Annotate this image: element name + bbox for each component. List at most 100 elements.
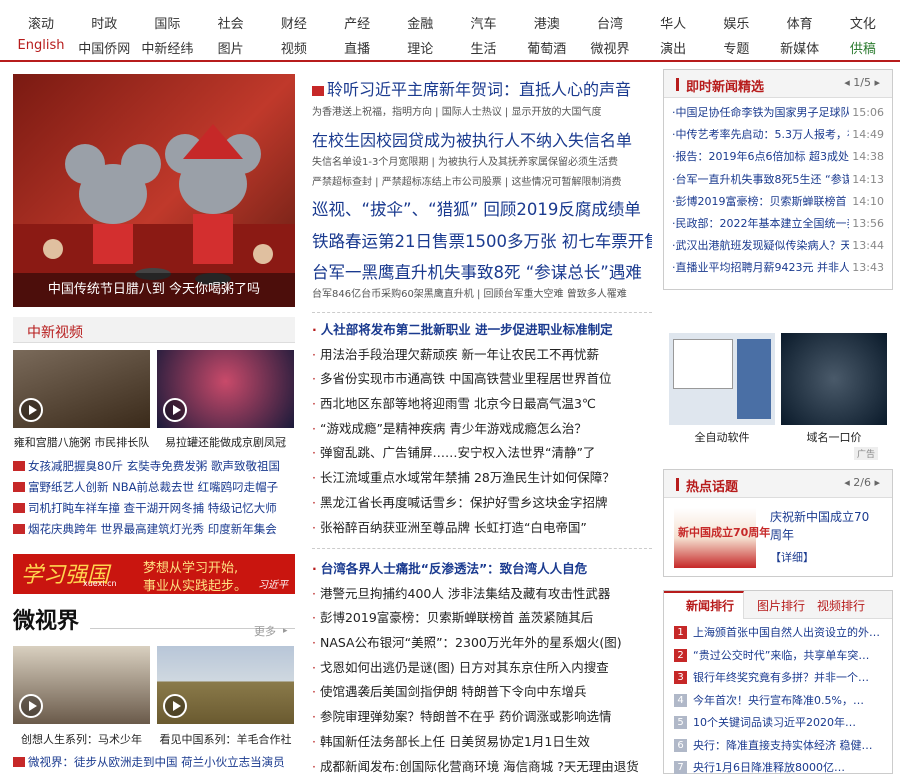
list-item-text[interactable]: 女孩减肥握臭80斤 玄奘寺免费发粥 歌声致敬祖国 [28,459,280,473]
list-item-text[interactable]: 用法治手段治理欠薪顽疾 新一年让农民工不再忧薪 [320,347,599,362]
nav-item[interactable]: 供稿 [834,38,892,57]
list-item-text[interactable]: 黑龙江省长再度喊话雪乡：保护好雪乡这块金字招牌 [320,495,608,510]
rank-text[interactable]: 银行年终奖究竟有多拼？并非一个… [693,671,869,684]
list-item[interactable]: ·中传艺考率先启动：5.3万人报考，初 14:49 [664,124,892,147]
list-item-text[interactable]: 富野纸艺人创新 NBA前总裁去世 红嘴鸥叼走帽子 [28,480,278,494]
news-title[interactable]: ·台军一直升机失事致8死5生还 “参谋 [672,173,853,186]
rank-item[interactable]: 7 央行1月6日降准释放8000亿… [664,757,892,780]
play-icon[interactable] [19,398,43,422]
nav-item[interactable]: 生活 [455,38,513,57]
nav-item[interactable]: 葡萄酒 [518,38,576,57]
nav-item[interactable]: 台湾 [581,13,639,32]
list-item[interactable]: 司机打盹车祥车撞 查干湖开网冬捕 特级记忆大师 [13,498,298,519]
weishijie-caption-1[interactable]: 创想人生系列：马术少年 [13,731,150,747]
weishijie-caption-2[interactable]: 看见中国系列：羊毛合作社 [157,731,294,747]
list-item-text[interactable]: 长江流域重点水域常年禁捕 28万渔民生计如何保障？ [320,470,615,485]
video-thumb-1[interactable] [13,350,150,428]
pager[interactable]: ◂ 2/6 ▸ [844,476,880,489]
nav-item[interactable]: 华人 [644,13,702,32]
weishijie-item-text[interactable]: 微视界：徒步从欧洲走到中国 荷兰小伙立志当演员 [28,755,285,769]
hot-topic-link[interactable]: 【详细】 [770,549,814,565]
headline-1-sub[interactable]: 为香港送上祝福，指明方向 | 国际人士热议 | 显示开放的大国气度 [312,103,652,118]
nav-item[interactable]: 时政 [75,13,133,32]
list-item-text[interactable]: 张裕醉百纳获亚洲至尊品牌 长虹打造“白电帝国” [320,520,587,535]
list-item[interactable]: · 彭博2019富豪榜：贝索斯蝉联榜首 盖茨紧随其后 [312,606,652,631]
list-item[interactable]: · 人社部将发布第二批新职业 进一步促进职业标准制定 [312,318,652,343]
nav-item[interactable]: 直播 [328,38,386,57]
weishijie-thumb-1[interactable] [13,646,150,724]
list-item[interactable]: ·台军一直升机失事致8死5生还 “参谋 14:13 [664,168,892,191]
list-item[interactable]: · 港警元旦拘捕约400人 涉非法集结及藏有攻击性武器 [312,582,652,607]
nav-item[interactable]: 产经 [328,13,386,32]
nav-item[interactable]: 金融 [391,13,449,32]
list-item[interactable]: 烟花庆典跨年 世界最高建筑灯光秀 印度新年集会 [13,519,298,540]
list-item[interactable]: · NASA公布银河“美照”：2300万光年外的星系烟火(图) [312,631,652,656]
list-item[interactable]: · 参院审理弹劾案？特朗普不在乎 药价调涨或影响选情 [312,705,652,730]
hero-caption[interactable]: 中国传统节日腊八到 今天你喝粥了吗 [13,273,295,307]
list-item-text[interactable]: 使馆遇袭后美国剑指伊朗 特朗普下令向中东增兵 [320,684,586,699]
nav-item[interactable]: 中国侨网 [75,38,133,57]
list-item[interactable]: · 长江流域重点水域常年禁捕 28万渔民生计如何保障？ [312,466,652,491]
tab-video-rank[interactable]: 视频排行 [817,597,865,614]
nav-item[interactable]: 社会 [202,13,260,32]
ad-image-1[interactable] [669,333,775,425]
headline-5-sub[interactable]: 台军846亿台币采购60架黑鹰直升机 | 回顾台军重大空难 曾致多人罹难 [312,285,652,300]
list-item[interactable]: · 弹窗乱跳、广告铺屏……安宁权入法世界“清静”了 [312,441,652,466]
nav-item[interactable]: 专题 [707,38,765,57]
list-item[interactable]: ·直播业平均招聘月薪9423元 并非人人 13:43 [664,257,892,280]
list-item[interactable]: · 韩国新任法务部长上任 日美贸易协定1月1日生效 [312,730,652,755]
arrow-icon[interactable]: ▸ [283,626,288,636]
nav-item[interactable]: 港澳 [518,13,576,32]
list-item-text[interactable]: 戈恩如何出逃仍是谜(图) 日方对其东京住所入内搜查 [320,660,609,675]
list-item[interactable]: ·彭博2019富豪榜：贝索斯蝉联榜首 盖 14:10 [664,190,892,213]
list-item[interactable]: ·报告：2019年6点6倍加标 超3成处于 14:38 [664,146,892,169]
headline-2-sub2[interactable]: 严禁超标查封 | 严禁超标冻结上市公司股票 | 这些情况可暂解限制消费 [312,173,652,188]
news-title[interactable]: ·彭博2019富豪榜：贝索斯蝉联榜首 盖 [672,195,861,208]
list-item-text[interactable]: 彭博2019富豪榜：贝索斯蝉联榜首 盖茨紧随其后 [320,610,593,625]
nav-item[interactable]: 国际 [138,13,196,32]
headline-5[interactable]: 台军一黑鹰直升机失事致8死 “参谋总长”遇难 [312,259,652,283]
list-item[interactable]: · 用法治手段治理欠薪顽疾 新一年让农民工不再忧薪 [312,343,652,368]
rank-text[interactable]: 10个关键词品读习近平2020年… [693,716,856,729]
video-caption-2[interactable]: 易拉罐还能做成京剧凤冠 [157,434,294,450]
news-title[interactable]: ·中传艺考率先启动：5.3万人报考，初 [672,128,858,141]
hot-topics-title[interactable]: 热点话题 [686,476,738,495]
list-item[interactable]: · 西北地区东部等地将迎雨雪 北京今日最高气温3℃ [312,392,652,417]
list-item[interactable]: · 台湾各界人士痛批“反渗透法”：致台湾人人自危 [312,557,652,582]
headline-2-sub1[interactable]: 失信名单设1-3个月宽限期 | 为被执行人及其抚养家属保留必须生活费 [312,153,652,168]
rank-item[interactable]: 6 央行：降准直接支持实体经济 稳健… [664,735,892,758]
list-item-text[interactable]: NASA公布银河“美照”：2300万光年外的星系烟火(图) [320,635,622,650]
rank-item[interactable]: 5 10个关键词品读习近平2020年… [664,712,892,735]
headline-3[interactable]: 巡视、“拔伞”、“猎狐” 回顾2019反腐成绩单 [312,196,652,220]
rank-item[interactable]: 3 银行年终奖究竟有多拼？并非一个… [664,667,892,690]
hot-topic-image[interactable]: 新中国成立70周年 [674,508,770,568]
news-title[interactable]: ·民政部：2022年基本建立全国统一养 [672,217,858,230]
rank-text[interactable]: 央行：降准直接支持实体经济 稳健… [693,739,873,752]
rank-text[interactable]: 今年首次！央行宣布降准0.5%，… [693,694,864,707]
ad-caption-2[interactable]: 域名一口价 [781,429,887,445]
weishijie-title[interactable]: 微视界 [13,603,79,635]
list-item[interactable]: · 黑龙江省长再度喊话雪乡：保护好雪乡这块金字招牌 [312,491,652,516]
news-title[interactable]: ·直播业平均招聘月薪9423元 并非人人 [672,261,861,274]
nav-item[interactable]: 微视界 [581,38,639,57]
list-item[interactable]: · 成都新闻发布:创国际化营商环境 海信商城 ?天无理由退货 [312,755,652,780]
nav-item[interactable]: 演出 [644,38,702,57]
play-icon[interactable] [163,694,187,718]
hero-image[interactable]: 中国传统节日腊八到 今天你喝粥了吗 [13,74,295,307]
list-item[interactable]: 富野纸艺人创新 NBA前总裁去世 红嘴鸥叼走帽子 [13,477,298,498]
headline-1[interactable]: 聆听习近平主席新年贺词：直抵人心的声音 [312,76,652,100]
nav-item[interactable]: English [12,38,70,57]
list-item-text[interactable]: 烟花庆典跨年 世界最高建筑灯光秀 印度新年集会 [28,522,277,536]
list-item[interactable]: ·武汉出港航班发现疑似传染病人？天 13:44 [664,235,892,258]
headline-2[interactable]: 在校生因校园贷成为被执行人不纳入失信名单 [312,127,652,151]
list-item[interactable]: · 多省份实现市市通高铁 中国高铁营业里程居世界首位 [312,367,652,392]
list-item[interactable]: ·中国足协任命李铁为国家男子足球队 15:06 [664,102,892,125]
nav-item[interactable]: 娱乐 [707,13,765,32]
rank-text[interactable]: “贵过公交时代”来临，共享单车突… [693,649,869,662]
tab-photo-rank[interactable]: 图片排行 [757,597,805,614]
weishijie-thumb-2[interactable] [157,646,294,724]
rank-text[interactable]: 央行1月6日降准释放8000亿… [693,761,845,774]
list-item-text[interactable]: 港警元旦拘捕约400人 涉非法集结及藏有攻击性武器 [320,586,610,601]
nav-item[interactable]: 文化 [834,13,892,32]
list-item-text[interactable]: 西北地区东部等地将迎雨雪 北京今日最高气温3℃ [320,396,596,411]
